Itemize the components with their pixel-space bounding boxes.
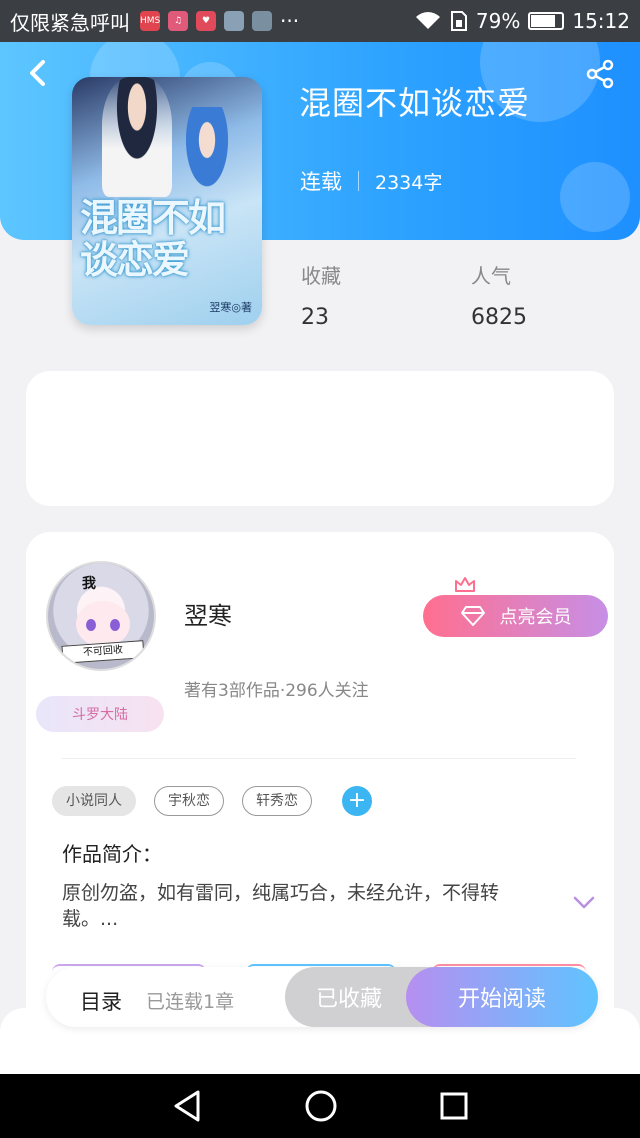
blank-card bbox=[26, 371, 614, 506]
intro-text: 原创勿盗，如有雷同，纯属巧合，未经允许，不得转载。... bbox=[62, 882, 500, 930]
system-nav-bar bbox=[0, 1074, 640, 1138]
fandom-badge: 斗罗大陆 bbox=[36, 696, 164, 732]
nav-recents-icon[interactable] bbox=[439, 1091, 469, 1121]
tag-item[interactable]: 宇秋恋 bbox=[154, 786, 224, 816]
photo-icon bbox=[224, 11, 244, 31]
word-count: 2334字 bbox=[375, 171, 443, 194]
share-icon bbox=[586, 59, 614, 89]
stat-value: 23 bbox=[301, 305, 329, 330]
author-info: 著有3部作品·296人关注 bbox=[184, 681, 369, 701]
battery-percent: 79% bbox=[475, 9, 521, 33]
vip-label: 点亮会员 bbox=[499, 607, 572, 628]
nav-home-icon[interactable] bbox=[304, 1089, 338, 1123]
toc-button[interactable]: 目录 bbox=[80, 986, 122, 1016]
stat-favorites: 收藏 23 bbox=[301, 260, 341, 330]
cover-title-art: 混圈不如谈恋爱 bbox=[80, 195, 226, 282]
tag-list: 小说同人 宇秋恋 轩秀恋 + bbox=[52, 786, 372, 816]
book-status: 连载 bbox=[300, 170, 342, 194]
nav-back-icon[interactable] bbox=[171, 1089, 203, 1123]
tag-item[interactable]: 小说同人 bbox=[52, 786, 136, 816]
book-meta: 连载 2334字 bbox=[300, 166, 442, 196]
meta-divider bbox=[358, 171, 359, 191]
tag-item[interactable]: 轩秀恋 bbox=[242, 786, 312, 816]
chevron-down-icon[interactable] bbox=[573, 896, 595, 910]
crown-icon bbox=[455, 577, 475, 592]
cover-author: 翌寒◎著 bbox=[209, 301, 252, 314]
music-icon: ♫ bbox=[168, 11, 188, 31]
share-button[interactable] bbox=[584, 58, 616, 90]
back-button[interactable] bbox=[22, 58, 52, 88]
hms-icon: HMS bbox=[140, 11, 160, 31]
book-cover[interactable]: 混圈不如谈恋爱 翌寒◎著 bbox=[72, 77, 262, 325]
book-title: 混圈不如谈恋爱 bbox=[299, 84, 531, 122]
stat-value: 6825 bbox=[471, 305, 527, 330]
avatar-eye bbox=[86, 619, 96, 631]
intro-title: 作品简介： bbox=[62, 842, 162, 866]
add-tag-button[interactable]: + bbox=[342, 786, 372, 816]
more-dots-icon: ··· bbox=[280, 9, 300, 33]
cover-figure bbox=[102, 77, 172, 197]
avatar[interactable]: 我 不可回收 bbox=[46, 561, 156, 671]
carrier-text: 仅限紧急呼叫 bbox=[10, 10, 130, 35]
divider bbox=[62, 758, 576, 759]
collected-label: 已收藏 bbox=[315, 987, 382, 1012]
read-label: 开始阅读 bbox=[457, 987, 546, 1012]
diamond-icon bbox=[460, 606, 485, 626]
stat-label: 人气 bbox=[471, 264, 511, 288]
battery-icon bbox=[528, 12, 565, 30]
wifi-icon bbox=[415, 12, 440, 29]
chapter-count[interactable]: 已连载1章 bbox=[146, 987, 234, 1014]
heart-icon: ♥ bbox=[196, 11, 216, 31]
status-bar: 仅限紧急呼叫 HMS ♫ ♥ ··· 79% 15:12 bbox=[0, 0, 640, 42]
avatar-me-text: 我 bbox=[82, 576, 96, 592]
photo-icon bbox=[252, 11, 272, 31]
vip-button[interactable]: 点亮会员 bbox=[423, 595, 608, 637]
avatar-eye bbox=[110, 619, 120, 631]
clock: 15:12 bbox=[572, 9, 630, 33]
stat-popularity: 人气 6825 bbox=[471, 260, 527, 330]
avatar-sign: 不可回收 bbox=[61, 640, 145, 664]
avatar-face bbox=[76, 601, 130, 647]
start-reading-button[interactable]: 开始阅读 bbox=[406, 967, 598, 1027]
author-name[interactable]: 翌寒 bbox=[184, 596, 232, 631]
chevron-left-icon bbox=[30, 60, 45, 86]
stat-label: 收藏 bbox=[301, 264, 341, 288]
sim-icon bbox=[450, 11, 467, 31]
